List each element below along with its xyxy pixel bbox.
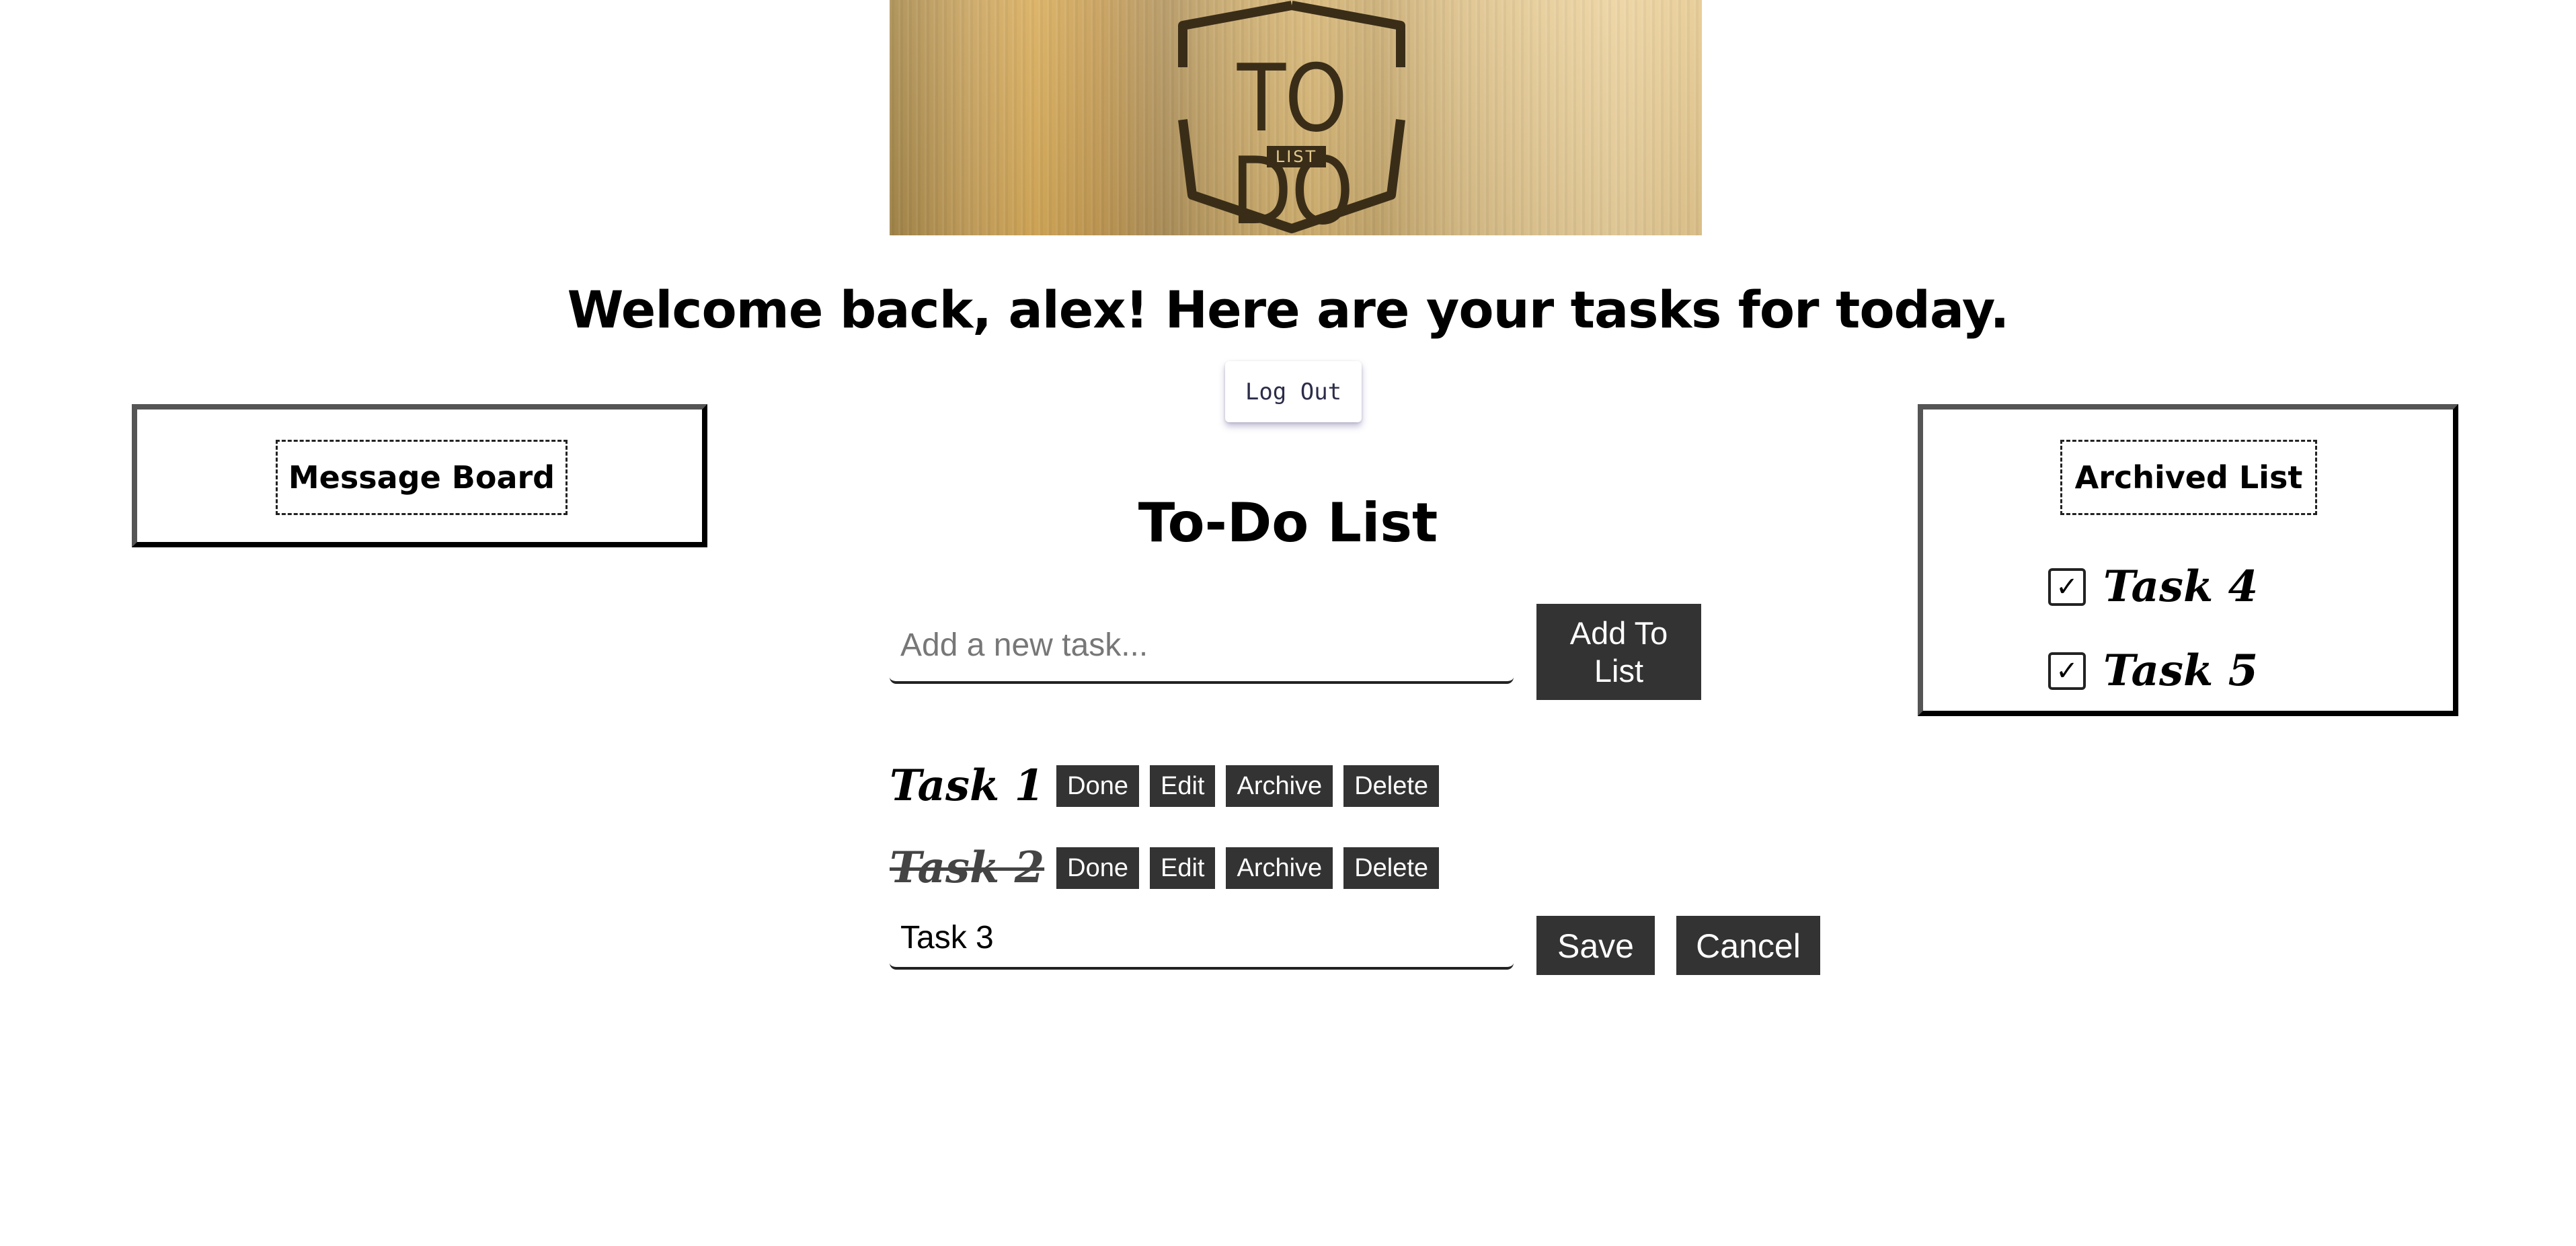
- task-row: Task 1 Done Edit Archive Delete: [890, 759, 1450, 813]
- archive-button[interactable]: Archive: [1226, 847, 1333, 889]
- banner-image: TO DO LIST: [890, 0, 1702, 235]
- cancel-button[interactable]: Cancel: [1676, 916, 1820, 975]
- save-button[interactable]: Save: [1536, 916, 1655, 975]
- task-label-completed: Task 2: [890, 843, 1045, 893]
- logout-button[interactable]: Log Out: [1225, 361, 1362, 422]
- page: TO DO LIST Welcome back, alex! Here are …: [0, 0, 2576, 1246]
- edit-task-input[interactable]: [890, 908, 1514, 970]
- delete-button[interactable]: Delete: [1343, 765, 1440, 807]
- archived-item: ✓ Task 4: [2048, 560, 2258, 614]
- delete-button[interactable]: Delete: [1343, 847, 1440, 889]
- archive-button[interactable]: Archive: [1226, 765, 1333, 807]
- done-button[interactable]: Done: [1056, 847, 1139, 889]
- archived-item-label: Task 5: [2103, 646, 2259, 696]
- archived-list-panel: Archived List ✓ Task 4 ✓ Task 5: [1918, 404, 2458, 716]
- new-task-input[interactable]: [890, 609, 1514, 684]
- logo-subtitle: LIST: [1267, 146, 1326, 167]
- edit-button[interactable]: Edit: [1150, 847, 1216, 889]
- checkbox-checked-icon[interactable]: ✓: [2048, 568, 2086, 606]
- done-button[interactable]: Done: [1056, 765, 1139, 807]
- todo-list-title: To-Do List: [1138, 492, 1438, 554]
- logo-title: TO DO: [1231, 44, 1354, 236]
- checkbox-checked-icon[interactable]: ✓: [2048, 652, 2086, 690]
- archived-item-label: Task 4: [2103, 561, 2259, 612]
- task-label: Task 1: [890, 761, 1045, 811]
- task-row-completed: Task 2 Done Edit Archive Delete: [890, 841, 1450, 895]
- archived-item: ✓ Task 5: [2048, 644, 2258, 698]
- edit-button[interactable]: Edit: [1150, 765, 1216, 807]
- welcome-heading: Welcome back, alex! Here are your tasks …: [567, 280, 2010, 340]
- add-to-list-button[interactable]: Add To List: [1536, 604, 1701, 700]
